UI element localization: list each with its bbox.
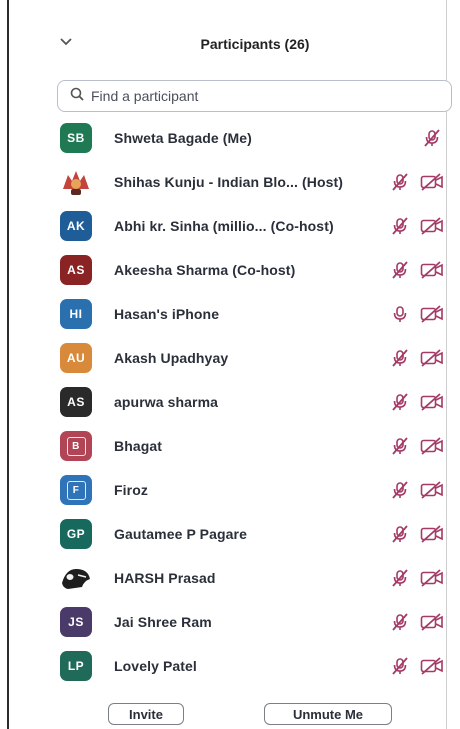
mic-muted-icon[interactable]: [390, 568, 410, 588]
avatar-photo: [60, 167, 92, 197]
avatar: AK: [60, 211, 92, 241]
mic-muted-icon[interactable]: [390, 436, 410, 456]
participant-name: Akeesha Sharma (Co-host): [114, 262, 296, 278]
participant-row[interactable]: F Firoz: [0, 468, 460, 512]
avatar: JS: [60, 607, 92, 637]
participant-row[interactable]: AS Akeesha Sharma (Co-host): [0, 248, 460, 292]
participant-name: Lovely Patel: [114, 658, 197, 674]
video-off-icon[interactable]: [420, 217, 444, 235]
avatar-initials: JS: [68, 615, 84, 629]
participant-row[interactable]: GP Gautamee P Pagare: [0, 512, 460, 556]
participant-row[interactable]: HARSH Prasad: [0, 556, 460, 600]
video-off-icon[interactable]: [420, 613, 444, 631]
avatar-initials: LP: [67, 659, 85, 673]
search-icon: [70, 87, 84, 106]
video-off-icon[interactable]: [420, 349, 444, 367]
video-off-icon[interactable]: [420, 437, 444, 455]
avatar: GP: [60, 519, 92, 549]
participant-row[interactable]: HI Hasan's iPhone: [0, 292, 460, 336]
participant-name: apurwa sharma: [114, 394, 219, 410]
mic-muted-icon[interactable]: [390, 480, 410, 500]
participant-row[interactable]: AK Abhi kr. Sinha (millio... (Co-host): [0, 204, 460, 248]
participant-row[interactable]: Shihas Kunju - Indian Blo... (Host): [0, 160, 460, 204]
avatar: HI: [60, 299, 92, 329]
mic-muted-icon[interactable]: [390, 348, 410, 368]
search-box[interactable]: [57, 80, 452, 112]
avatar: F: [60, 475, 92, 505]
avatar: LP: [60, 651, 92, 681]
avatar: AS: [60, 255, 92, 285]
avatar-initials: GP: [66, 527, 86, 541]
panel-header: Participants (26): [0, 28, 460, 64]
avatar-initials: AU: [66, 351, 86, 365]
search-input[interactable]: [89, 87, 393, 105]
invite-button[interactable]: Invite: [108, 703, 184, 725]
avatar: AS: [60, 387, 92, 417]
participant-name: Gautamee P Pagare: [114, 526, 247, 542]
participant-name: Shihas Kunju - Indian Blo... (Host): [114, 174, 344, 190]
participant-row[interactable]: AU Akash Upadhyay: [0, 336, 460, 380]
participant-list: SB Shweta Bagade (Me) Shihas Kunju - Ind…: [0, 116, 460, 688]
avatar-initials: AS: [67, 395, 85, 409]
avatar: AU: [60, 343, 92, 373]
participant-name: Akash Upadhyay: [114, 350, 229, 366]
mic-muted-icon[interactable]: [422, 128, 442, 148]
participant-name: Abhi kr. Sinha (millio... (Co-host): [114, 218, 334, 234]
participant-row[interactable]: SB Shweta Bagade (Me): [0, 116, 460, 160]
mic-muted-icon[interactable]: [390, 216, 410, 236]
mic-on-icon[interactable]: [390, 304, 410, 324]
participant-name: HARSH Prasad: [114, 570, 216, 586]
video-off-icon[interactable]: [420, 173, 444, 191]
participant-name: Hasan's iPhone: [114, 306, 220, 322]
avatar-photo: [60, 563, 92, 593]
participant-row[interactable]: LP Lovely Patel: [0, 644, 460, 688]
avatar-initials: B: [66, 436, 86, 456]
avatar-initials: AS: [67, 263, 85, 277]
video-off-icon[interactable]: [420, 481, 444, 499]
panel-title: Participants (26): [200, 36, 310, 52]
mic-muted-icon[interactable]: [390, 524, 410, 544]
participant-name: Shweta Bagade (Me): [114, 130, 252, 146]
participant-row[interactable]: B Bhagat: [0, 424, 460, 468]
video-off-icon[interactable]: [420, 569, 444, 587]
mic-muted-icon[interactable]: [390, 260, 410, 280]
participant-row[interactable]: AS apurwa sharma: [0, 380, 460, 424]
video-off-icon[interactable]: [420, 525, 444, 543]
video-off-icon[interactable]: [420, 305, 444, 323]
participant-name: Jai Shree Ram: [114, 614, 212, 630]
avatar-initials: SB: [67, 131, 85, 145]
avatar-initials: HI: [69, 307, 83, 321]
avatar-initials: F: [66, 480, 86, 500]
mic-muted-icon[interactable]: [390, 612, 410, 632]
participant-name: Bhagat: [114, 438, 163, 454]
avatar-initials: AK: [66, 219, 86, 233]
avatar: SB: [60, 123, 92, 153]
mic-muted-icon[interactable]: [390, 656, 410, 676]
mic-muted-icon[interactable]: [390, 392, 410, 412]
video-off-icon[interactable]: [420, 261, 444, 279]
video-off-icon[interactable]: [420, 393, 444, 411]
participant-row[interactable]: JS Jai Shree Ram: [0, 600, 460, 644]
unmute-me-button[interactable]: Unmute Me: [264, 703, 392, 725]
avatar: B: [60, 431, 92, 461]
video-off-icon[interactable]: [420, 657, 444, 675]
participant-name: Firoz: [114, 482, 148, 498]
panel-footer: Invite Unmute Me: [0, 703, 460, 729]
mic-muted-icon[interactable]: [390, 172, 410, 192]
